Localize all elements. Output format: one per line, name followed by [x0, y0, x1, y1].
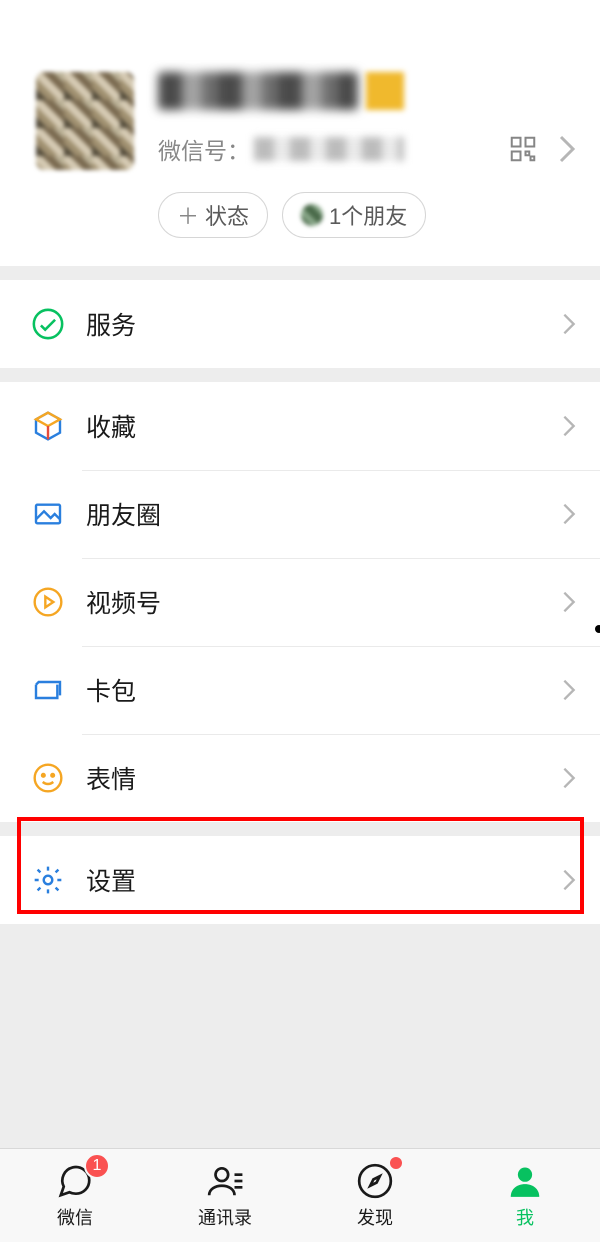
section-services: 服务	[0, 280, 600, 368]
friend-avatar-dot-icon	[301, 204, 323, 226]
chevron-right-icon	[558, 134, 576, 164]
profile-card[interactable]: 微信号： ＋ 状态	[0, 0, 600, 266]
cards-icon	[30, 672, 66, 708]
wechat-id: 微信号：	[158, 132, 576, 166]
chevron-right-icon	[562, 766, 576, 790]
contacts-icon	[205, 1161, 245, 1201]
plus-icon: ＋	[177, 199, 199, 231]
tab-label: 发现	[357, 1204, 393, 1230]
menu-label: 表情	[86, 760, 562, 796]
channels-icon	[30, 584, 66, 620]
moments-icon	[30, 496, 66, 532]
avatar[interactable]	[36, 72, 134, 170]
tab-contacts[interactable]: 通讯录	[150, 1149, 300, 1242]
tab-chats[interactable]: 1 微信	[0, 1149, 150, 1242]
menu-label: 服务	[86, 306, 562, 342]
menu-favorites[interactable]: 收藏	[0, 382, 600, 470]
favorites-icon	[30, 408, 66, 444]
friends-status-pill[interactable]: 1个朋友	[282, 192, 426, 238]
chevron-right-icon	[562, 678, 576, 702]
stickers-icon	[30, 760, 66, 796]
qrcode-icon[interactable]	[508, 134, 538, 164]
tab-label: 通讯录	[198, 1204, 252, 1230]
chevron-right-icon	[562, 312, 576, 336]
menu-channels[interactable]: 视频号	[0, 558, 600, 646]
menu-label: 卡包	[86, 672, 562, 708]
person-icon	[505, 1161, 545, 1201]
menu-label: 收藏	[86, 408, 562, 444]
menu-stickers[interactable]: 表情	[0, 734, 600, 822]
nickname	[158, 72, 576, 110]
tab-discover[interactable]: 发现	[300, 1149, 450, 1242]
chevron-right-icon	[562, 502, 576, 526]
section-settings: 设置	[0, 836, 600, 924]
tab-bar: 1 微信 通讯录 发现 我	[0, 1148, 600, 1242]
status-button-label: 状态	[205, 199, 249, 231]
friends-pill-label: 1个朋友	[329, 199, 407, 231]
chevron-right-icon	[562, 868, 576, 892]
services-icon	[30, 306, 66, 342]
menu-label: 视频号	[86, 584, 562, 620]
tab-me[interactable]: 我	[450, 1149, 600, 1242]
wechat-id-label: 微信号：	[158, 132, 250, 166]
chevron-right-icon	[562, 590, 576, 614]
badge-count: 1	[84, 1153, 110, 1179]
menu-cards[interactable]: 卡包	[0, 646, 600, 734]
section-main: 收藏 朋友圈 视频号	[0, 382, 600, 822]
menu-services[interactable]: 服务	[0, 280, 600, 368]
status-button[interactable]: ＋ 状态	[158, 192, 268, 238]
menu-moments[interactable]: 朋友圈	[0, 470, 600, 558]
tab-label: 微信	[57, 1204, 93, 1230]
menu-label: 朋友圈	[86, 496, 562, 532]
tab-label: 我	[516, 1204, 534, 1230]
settings-icon	[30, 862, 66, 898]
menu-label: 设置	[86, 862, 562, 898]
side-indicator-dot	[595, 625, 600, 633]
chevron-right-icon	[562, 414, 576, 438]
menu-settings[interactable]: 设置	[0, 836, 600, 924]
badge-dot	[388, 1155, 404, 1171]
